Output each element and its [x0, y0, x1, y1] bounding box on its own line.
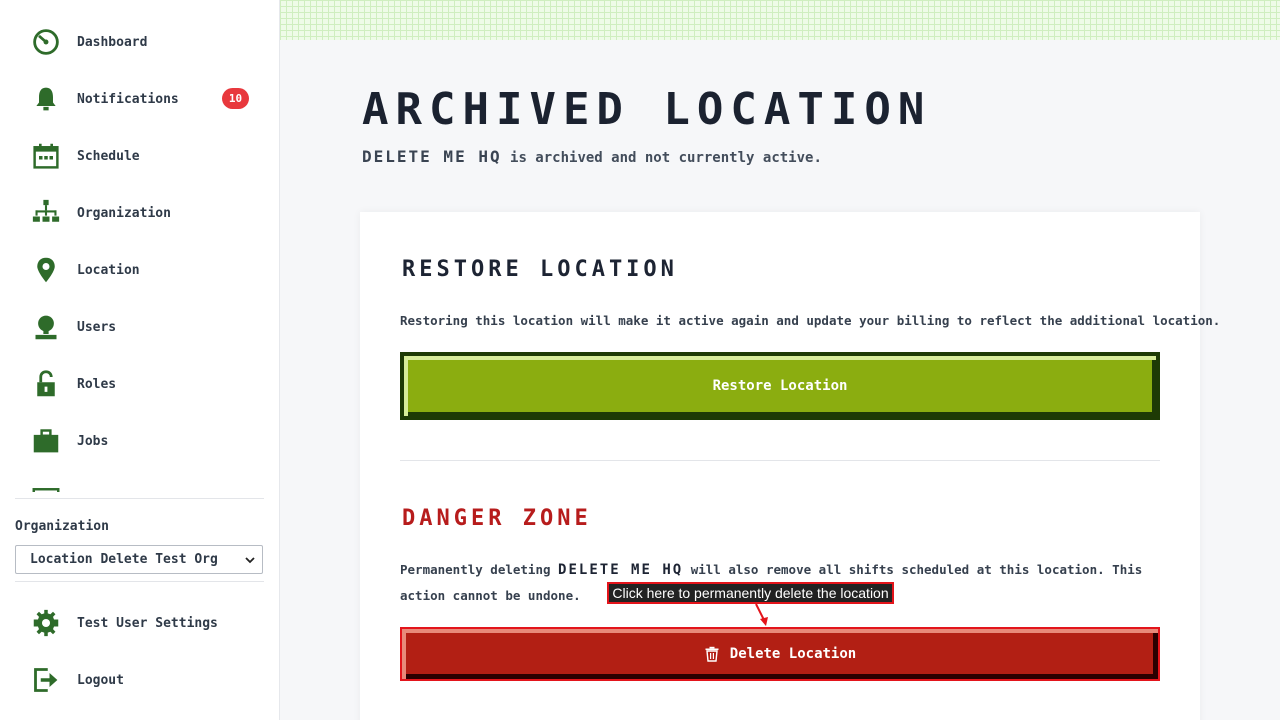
restore-section-title: RESTORE LOCATION — [402, 257, 678, 282]
sidebar-item-jobs[interactable]: Jobs — [30, 421, 260, 461]
org-select[interactable]: Location Delete Test Org — [15, 545, 263, 574]
page-title: ARCHIVED LOCATION — [362, 84, 932, 135]
sidebar-divider — [15, 581, 264, 582]
page-subtitle: DELETE ME HQ is archived and not current… — [362, 147, 822, 166]
calendar-icon — [30, 140, 62, 172]
header-grid-pattern — [280, 0, 1280, 40]
restore-location-button[interactable]: Restore Location — [400, 352, 1160, 420]
sidebar-item-label: Notifications — [77, 91, 179, 107]
unlock-icon — [30, 368, 62, 400]
sidebar-item-logout[interactable]: Logout — [30, 660, 260, 700]
delete-button-label: Delete Location — [729, 646, 857, 662]
sidebar-item-label: Schedule — [77, 148, 140, 164]
delete-tooltip: Click here to permanently delete the loc… — [607, 582, 894, 604]
sidebar-item-label: Logout — [77, 672, 124, 688]
logout-icon — [30, 664, 62, 696]
restore-description: Restoring this location will make it act… — [400, 313, 1221, 328]
gear-icon — [30, 607, 62, 639]
briefcase-icon — [30, 425, 62, 457]
subtitle-text: is archived and not currently active. — [501, 150, 822, 166]
tooltip-arrow-icon — [755, 603, 768, 626]
sidebar-nav: Dashboard Notifications 10 Schedule Orga… — [0, 0, 279, 492]
location-name: DELETE ME HQ — [362, 147, 502, 166]
sidebar-item-label: Jobs — [77, 433, 109, 449]
trash-icon — [704, 646, 720, 662]
restore-button-label: Restore Location — [712, 378, 848, 394]
user-icon — [30, 311, 62, 343]
location-pin-icon — [30, 254, 62, 286]
sidebar-item-label: Test User Settings — [77, 615, 218, 631]
sidebar-item-roles[interactable]: Roles — [30, 364, 260, 404]
sidebar-item-label: Location — [77, 262, 140, 278]
org-select-value: Location Delete Test Org — [30, 552, 218, 567]
sidebar-item-more[interactable] — [30, 478, 260, 492]
delete-location-button[interactable]: Delete Location — [400, 627, 1160, 681]
sidebar-item-label: Users — [77, 319, 117, 335]
sidebar-item-users[interactable]: Users — [30, 307, 260, 347]
chevron-down-icon — [244, 554, 256, 570]
sidebar-divider — [15, 498, 264, 499]
sidebar: Dashboard Notifications 10 Schedule Orga… — [0, 0, 280, 720]
org-label: Organization — [15, 519, 109, 534]
sidebar-item-settings[interactable]: Test User Settings — [30, 603, 260, 643]
sidebar-item-label: Roles — [77, 376, 117, 392]
sidebar-item-label: Organization — [77, 205, 171, 221]
bell-icon — [30, 83, 62, 115]
location-name: DELETE ME HQ — [558, 562, 684, 578]
sidebar-item-schedule[interactable]: Schedule — [30, 136, 260, 176]
danger-desc-prefix: Permanently deleting — [400, 562, 559, 577]
section-divider — [400, 460, 1160, 461]
sidebar-item-organization[interactable]: Organization — [30, 193, 260, 233]
notification-badge: 10 — [222, 88, 249, 109]
sidebar-item-dashboard[interactable]: Dashboard — [30, 22, 260, 62]
dashboard-icon — [30, 26, 62, 58]
org-chart-icon — [30, 197, 62, 229]
more-icon — [30, 482, 62, 492]
sidebar-item-notifications[interactable]: Notifications 10 — [30, 79, 260, 119]
sidebar-item-label: Dashboard — [77, 34, 148, 50]
danger-zone-title: DANGER ZONE — [402, 506, 592, 531]
sidebar-item-location[interactable]: Location — [30, 250, 260, 290]
